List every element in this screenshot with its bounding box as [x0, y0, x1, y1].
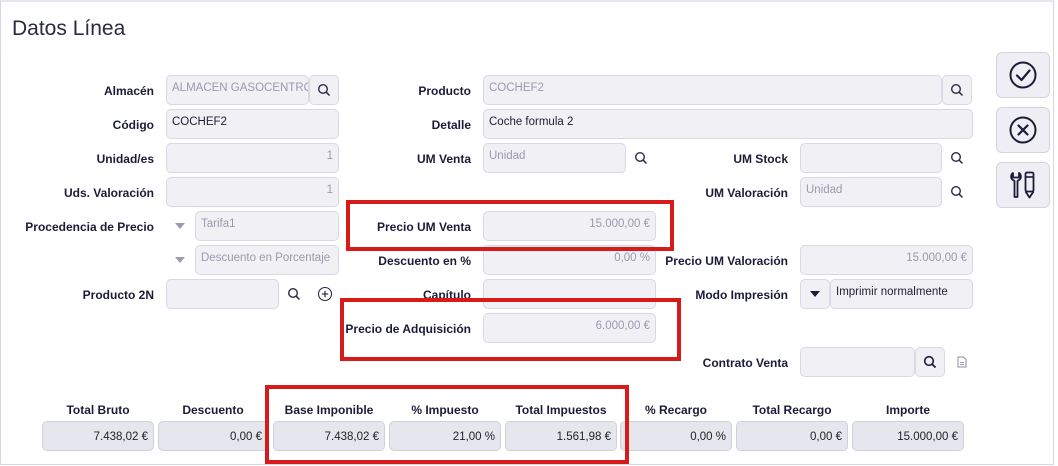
- highlight-precio-um-venta: [346, 200, 674, 251]
- page-title: Datos Línea: [12, 17, 126, 40]
- contrato-venta-search-button[interactable]: [915, 347, 945, 377]
- label-producto-2n: Producto 2N: [82, 288, 154, 302]
- label-precio-um-valoracion: Precio UM Valoración: [665, 254, 788, 268]
- accept-button[interactable]: [996, 52, 1050, 98]
- modo-impresion-dropdown-arrow[interactable]: [800, 279, 830, 309]
- importe-field: 15.000,00 €: [852, 421, 964, 451]
- tools-icon: [1010, 171, 1035, 199]
- um-valoracion-field[interactable]: Unidad: [800, 177, 942, 207]
- tools-button[interactable]: [996, 162, 1050, 208]
- producto-2n-field[interactable]: [166, 279, 279, 309]
- label-detalle: Detalle: [431, 118, 471, 132]
- unidades-field[interactable]: 1: [166, 143, 339, 173]
- producto-search-button[interactable]: [942, 75, 972, 105]
- caret-down-icon: [175, 257, 185, 263]
- document-icon: [957, 356, 967, 368]
- contrato-venta-field[interactable]: [800, 347, 915, 377]
- um-venta-search-button[interactable]: [626, 143, 656, 173]
- total-label: Descuento: [182, 403, 244, 417]
- check-circle-icon: [1009, 61, 1037, 89]
- producto-2n-add-button[interactable]: [310, 279, 340, 309]
- almacen-search-button[interactable]: [309, 75, 339, 105]
- label-descuento-pct: Descuento en %: [378, 254, 471, 268]
- contrato-venta-document-button[interactable]: [947, 347, 977, 377]
- total-recargo-field: 0,00 €: [736, 421, 848, 451]
- total-label: % Recargo: [644, 403, 708, 417]
- search-icon: [317, 83, 331, 97]
- label-procedencia: Procedencia de Precio: [25, 220, 154, 234]
- highlight-impuestos: [265, 385, 629, 464]
- descuento-tipo-select[interactable]: Descuento en Porcentaje: [195, 245, 339, 275]
- total-label: Total Recargo: [752, 403, 832, 417]
- label-unidades: Unidad/es: [96, 152, 154, 166]
- label-um-stock: UM Stock: [733, 152, 788, 166]
- x-circle-icon: [1009, 116, 1037, 144]
- um-stock-search-button[interactable]: [942, 143, 972, 173]
- producto-field[interactable]: COCHEF2: [483, 75, 942, 105]
- descuento-tipo-dropdown-arrow[interactable]: [166, 245, 194, 275]
- total-label: Total Bruto: [66, 403, 130, 417]
- procedencia-dropdown-arrow[interactable]: [166, 211, 194, 241]
- total-bruto-field: 7.438,02 €: [42, 421, 154, 451]
- descuento-total-field: 0,00 €: [158, 421, 268, 451]
- label-producto: Producto: [418, 84, 471, 98]
- codigo-field[interactable]: COCHEF2: [166, 109, 339, 139]
- caret-down-icon: [175, 223, 185, 229]
- um-valoracion-search-button[interactable]: [942, 177, 972, 207]
- procedencia-select[interactable]: Tarifa1: [195, 211, 339, 241]
- um-venta-field[interactable]: Unidad: [483, 143, 626, 173]
- modo-impresion-select[interactable]: Imprimir normalmente: [830, 279, 973, 309]
- producto-2n-search-button[interactable]: [279, 279, 309, 309]
- search-icon: [923, 355, 937, 369]
- label-codigo: Código: [112, 118, 154, 132]
- search-icon: [634, 151, 648, 165]
- label-um-venta: UM Venta: [416, 152, 471, 166]
- plus-circle-icon: [317, 286, 333, 302]
- pct-recargo-field: 0,00 %: [620, 421, 732, 451]
- search-icon: [287, 287, 301, 301]
- precio-um-valoracion-field[interactable]: 15.000,00 €: [800, 245, 973, 275]
- cancel-button[interactable]: [996, 107, 1050, 153]
- label-almacen: Almacén: [103, 84, 154, 98]
- caret-down-icon: [810, 291, 820, 297]
- search-icon: [950, 185, 964, 199]
- almacen-field[interactable]: ALMACEN GASOCENTRO: [166, 75, 309, 105]
- search-icon: [950, 83, 964, 97]
- detalle-field[interactable]: Coche formula 2: [483, 109, 973, 139]
- search-icon: [950, 151, 964, 165]
- uds-valoracion-field[interactable]: 1: [166, 177, 339, 207]
- total-label: Importe: [885, 403, 930, 417]
- um-stock-field[interactable]: [800, 143, 942, 173]
- highlight-precio-adquisicion: [340, 298, 681, 361]
- label-um-valoracion: UM Valoración: [705, 186, 788, 200]
- label-uds-valoracion: Uds. Valoración: [63, 186, 154, 200]
